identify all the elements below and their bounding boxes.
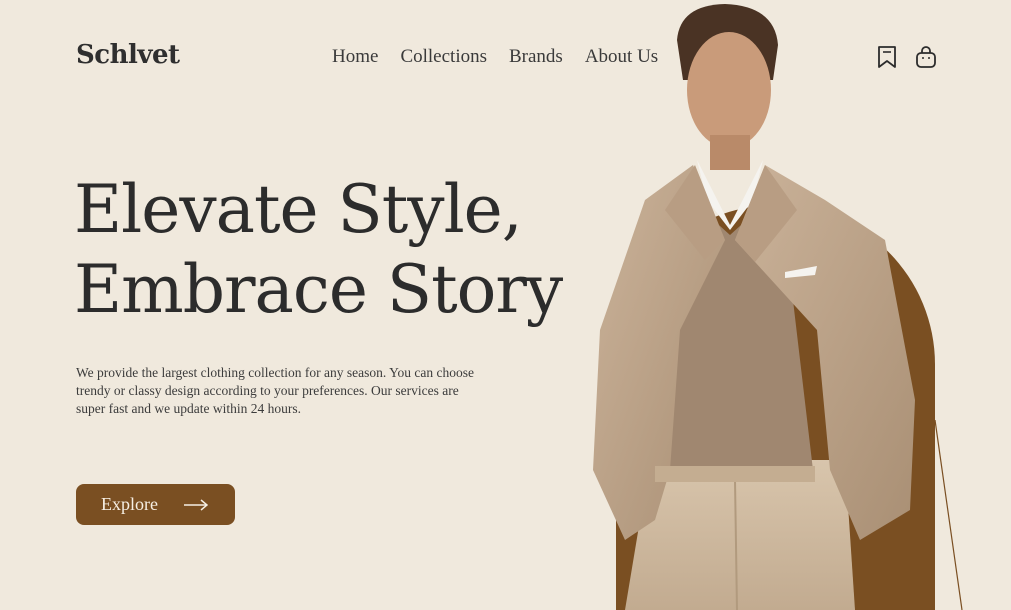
hero-title: Elevate Style, Embrace Story xyxy=(74,170,563,330)
nav-item-home[interactable]: Home xyxy=(332,46,378,68)
nav-item-collections[interactable]: Collections xyxy=(400,46,487,68)
nav-item-brands[interactable]: Brands xyxy=(509,46,563,68)
hero-title-line-1: Elevate Style, xyxy=(74,171,523,248)
hero-description: We provide the largest clothing collecti… xyxy=(76,365,474,416)
hero-title-line-2: Embrace Story xyxy=(74,251,563,328)
explore-button[interactable]: Explore xyxy=(76,484,235,525)
explore-button-label: Explore xyxy=(101,494,158,514)
decorative-line xyxy=(934,420,963,610)
brand-logo[interactable]: Schlvet xyxy=(76,40,180,70)
hero-model-image xyxy=(593,4,915,610)
arrow-right-icon xyxy=(183,498,208,511)
